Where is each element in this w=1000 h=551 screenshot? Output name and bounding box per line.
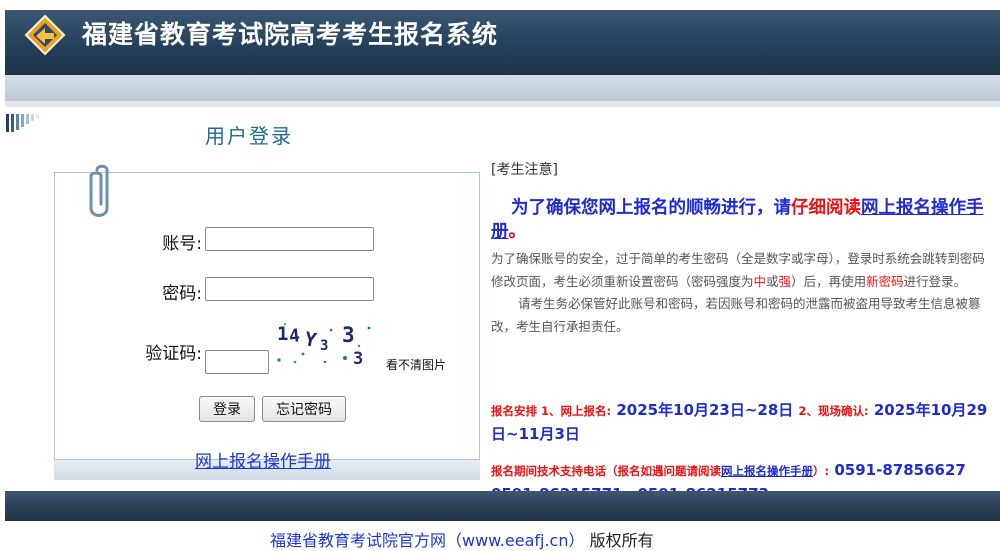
notice-paragraph-1: 为了确保账号的安全，过于简单的考生密码（全是数字或字母），登录时系统会跳转到密码… (491, 248, 993, 293)
logo-icon (24, 14, 66, 56)
notice-body: 为了确保账号的安全，过于简单的考生密码（全是数字或字母），登录时系统会跳转到密码… (491, 248, 993, 338)
headline-emphasis: 仔细阅读 (791, 198, 861, 218)
schedule-label: 报名安排 1、网上报名: (491, 404, 612, 418)
p1-strong: 强 (778, 273, 792, 289)
headline-text: 为了确保您网上报名的顺畅进行，请 (511, 198, 791, 218)
headline-period: 。 (508, 222, 527, 242)
password-input[interactable] (205, 277, 374, 301)
footer-link[interactable]: 福建省教育考试院官方网（www.eeafj.cn） (270, 531, 584, 550)
notice-paragraph-2: 请考生务必保管好此账号和密码，若因账号和密码的泄露而被盗用导致考生信息被篡改，考… (491, 296, 981, 334)
svg-text:3: 3 (320, 338, 328, 354)
p1-text-b: ）后，再使用 (791, 273, 867, 289)
paperclip-icon (89, 164, 109, 217)
notice-title: [考生注意] (491, 162, 558, 178)
p1-new-password: 新密码 (866, 273, 904, 289)
p1-or: 或 (766, 273, 779, 289)
footer-copyright: 福建省教育考试院官方网（www.eeafj.cn） 版权所有 (270, 527, 654, 551)
schedule-label-2: 2、现场确认: (798, 404, 869, 418)
support-manual-link[interactable]: 网上报名操作手册 (721, 464, 813, 478)
stripes-icon (6, 114, 39, 132)
login-title: 用户登录 (205, 124, 293, 148)
captcha-label: 验证码: (145, 344, 202, 364)
account-label: 账号: (162, 234, 202, 254)
site-title: 福建省教育考试院高考考生报名系统 (82, 20, 499, 49)
svg-text:3: 3 (353, 349, 363, 369)
captcha-input[interactable] (205, 350, 269, 374)
svg-text:3: 3 (342, 323, 355, 347)
password-label: 密码: (162, 284, 202, 304)
p1-medium: 中 (753, 273, 767, 289)
login-button[interactable]: 登录 (199, 396, 255, 422)
schedule-online-date: 2025年10月23日~28日 (616, 401, 794, 419)
manual-link[interactable]: 网上报名操作手册 (195, 447, 331, 472)
p1-text-c: 进行登录。 (903, 273, 967, 289)
svg-text:1: 1 (277, 323, 288, 345)
captcha-image[interactable]: 1 4 Y 3 3 3 (273, 316, 381, 370)
refresh-captcha-link[interactable]: 看不清图片 (386, 356, 446, 373)
support-label: 报名期间技术支持电话（报名如遇问题请阅读 (491, 464, 721, 478)
account-input[interactable] (205, 227, 374, 251)
sub-bar (5, 75, 1000, 101)
forgot-password-button[interactable]: 忘记密码 (262, 396, 346, 422)
schedule-info: 报名安排 1、网上报名: 2025年10月23日~28日 2、现场确认: 202… (491, 399, 993, 446)
notice-headline: 为了确保您网上报名的顺畅进行，请仔细阅读网上报名操作手册。 (491, 196, 993, 244)
footer-suffix: 版权所有 (589, 531, 654, 550)
support-label-end: ）: (813, 464, 830, 478)
footer-bar (5, 491, 1000, 521)
